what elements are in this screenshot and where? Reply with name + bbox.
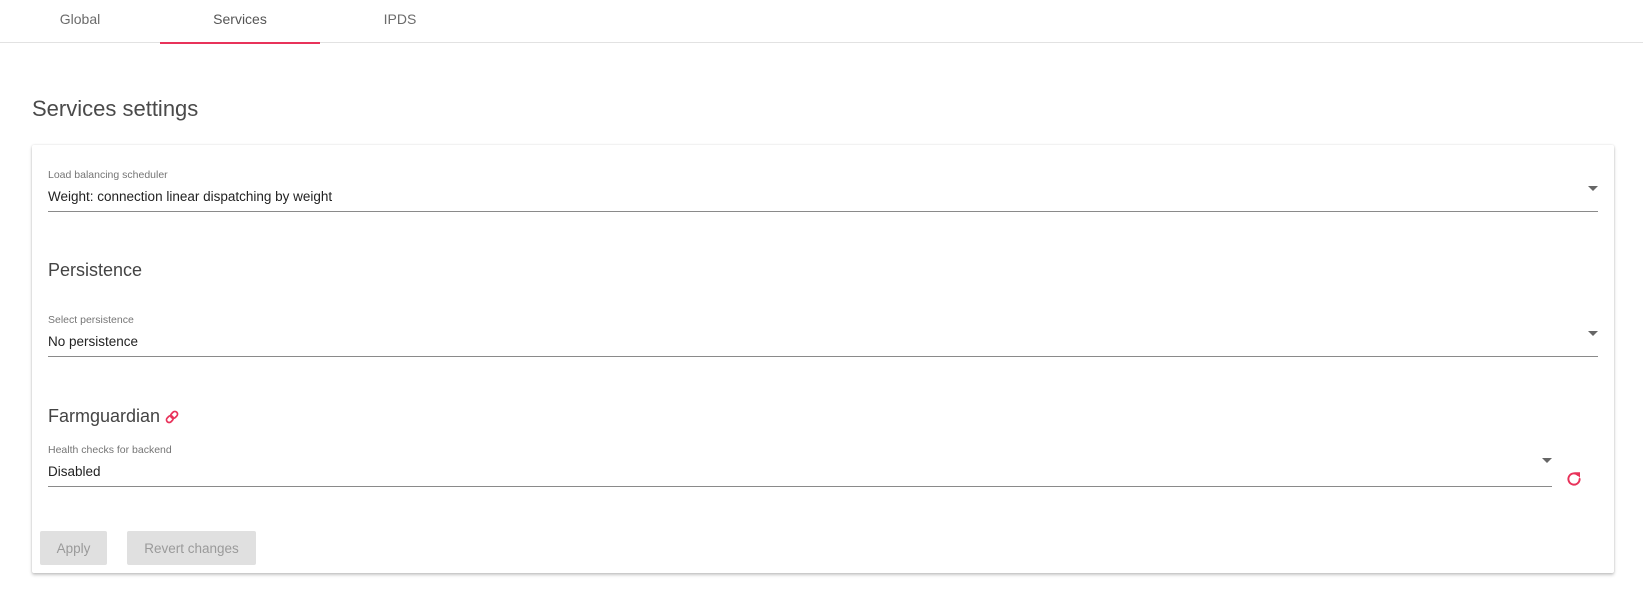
scheduler-value: Weight: connection linear dispatching by… [48,189,333,204]
revert-changes-button[interactable]: Revert changes [127,531,256,565]
tab-bar: Global Services IPDS [0,0,1643,44]
chevron-down-icon [1542,458,1552,463]
tab-ipds[interactable]: IPDS [320,0,480,43]
refresh-icon[interactable] [1565,470,1583,488]
tab-services-label: Services [213,11,267,27]
apply-button[interactable]: Apply [40,531,107,565]
scheduler-select[interactable]: Load balancing scheduler Weight: connect… [48,169,1598,212]
farmguardian-title-text: Farmguardian [48,406,161,426]
chevron-down-icon [1588,186,1598,191]
scheduler-label: Load balancing scheduler [48,169,168,181]
persistence-label: Select persistence [48,314,134,326]
persistence-value: No persistence [48,334,139,349]
page-title: Services settings [32,96,199,121]
tab-global-label: Global [59,11,101,27]
persistence-select[interactable]: Select persistence No persistence [48,314,1598,357]
services-settings-card: Load balancing scheduler Weight: connect… [32,145,1614,573]
farmguardian-title: Farmguardian [48,406,180,427]
persistence-title: Persistence [48,260,143,280]
tab-ipds-label: IPDS [383,11,417,27]
health-checks-value: Disabled [48,464,101,479]
chevron-down-icon [1588,331,1598,336]
link-icon[interactable] [164,409,180,425]
tab-services[interactable]: Services [160,0,320,44]
tab-global[interactable]: Global [0,0,160,43]
health-checks-label: Health checks for backend [48,444,172,456]
health-checks-select[interactable]: Health checks for backend Disabled [48,444,1552,487]
